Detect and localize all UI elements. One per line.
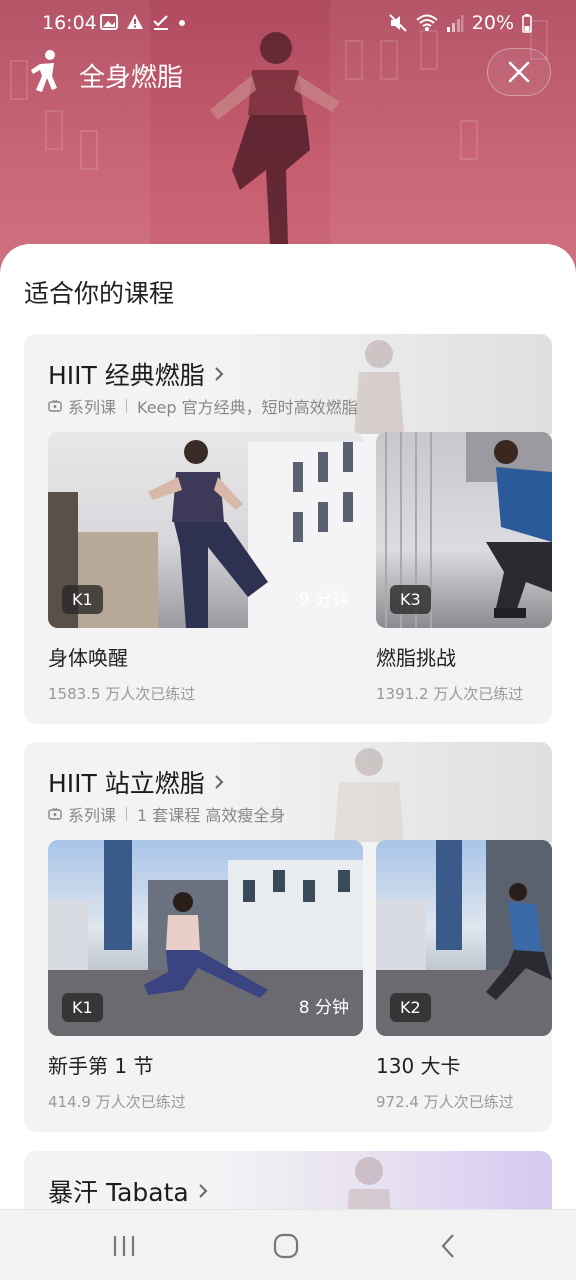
back-icon	[441, 1234, 454, 1258]
course-item[interactable]: K1 8 分钟 新手第 1 节 414.9 万人次已练过	[48, 840, 363, 1112]
course-duration: 9 分钟	[298, 590, 349, 610]
course-thumbnail: K3	[376, 432, 552, 628]
course-thumbnail: K1 8 分钟	[48, 840, 363, 1036]
series-description: 1 套课程 高效瘦全身	[137, 806, 286, 825]
signal-icon	[446, 15, 464, 32]
video-icon	[48, 399, 62, 412]
course-sheet: 适合你的课程 HIIT 经典燃脂 系列课 Keep 官方经典，短时高效燃脂 K1…	[0, 244, 576, 1209]
runner-icon	[31, 50, 57, 92]
section-title: 适合你的课程	[24, 279, 175, 308]
course-count: 1391.2 万人次已练过	[376, 685, 524, 703]
level-badge: K1	[62, 993, 103, 1022]
series-type: 系列课	[68, 806, 117, 825]
series-cover-image	[354, 340, 404, 434]
course-item[interactable]: K3 燃脂挑战 1391.2 万人次已练过	[376, 432, 552, 704]
series-type: 系列课	[68, 398, 117, 417]
series-title-link[interactable]: HIIT 经典燃脂	[48, 356, 225, 392]
course-count: 1583.5 万人次已练过	[48, 685, 196, 703]
series-title: HIIT 站立燃脂	[48, 769, 205, 798]
series-title-link[interactable]: 暴汗 Tabata	[48, 1173, 209, 1209]
home-button[interactable]	[266, 1228, 306, 1264]
close-icon	[508, 61, 530, 83]
level-badge: K3	[390, 585, 431, 614]
series-subtitle: 系列课 1 套课程 高效瘦全身	[48, 802, 285, 826]
warning-icon	[127, 14, 143, 29]
series-title: 暴汗 Tabata	[48, 1178, 189, 1207]
series-title: HIIT 经典燃脂	[48, 361, 205, 390]
back-button[interactable]	[428, 1228, 468, 1264]
chevron-right-icon	[199, 1184, 208, 1198]
chevron-right-icon	[215, 775, 224, 789]
status-bar: 16:04 20%	[0, 0, 576, 48]
course-count: 414.9 万人次已练过	[48, 1093, 186, 1111]
chevron-right-icon	[215, 367, 224, 381]
course-item[interactable]: K1 9 分钟 身体唤醒 1583.5 万人次已练过	[48, 432, 363, 704]
series-cover-image	[334, 748, 404, 842]
close-button[interactable]	[487, 48, 551, 96]
level-badge: K1	[62, 585, 103, 614]
series-cover-image	[347, 1157, 391, 1209]
recent-apps-button[interactable]	[104, 1228, 144, 1264]
course-thumbnail: K2	[376, 840, 552, 1036]
battery-percent: 20%	[471, 12, 514, 34]
course-item[interactable]: K2 130 大卡 972.4 万人次已练过	[376, 840, 552, 1112]
course-count: 972.4 万人次已练过	[376, 1093, 514, 1111]
battery-icon	[522, 14, 532, 33]
page-title: 全身燃脂	[79, 63, 184, 93]
course-name: 新手第 1 节	[48, 1054, 154, 1078]
course-duration: 8 分钟	[298, 998, 349, 1018]
header: 全身燃脂	[0, 48, 576, 100]
video-icon	[48, 807, 62, 820]
series-card[interactable]: HIIT 经典燃脂 系列课 Keep 官方经典，短时高效燃脂 K1 9 分钟 身…	[24, 334, 552, 724]
dot-icon	[179, 20, 185, 26]
series-subtitle: 系列课 Keep 官方经典，短时高效燃脂	[48, 394, 358, 418]
recent-apps-icon	[113, 1236, 135, 1256]
wifi-icon	[416, 14, 438, 31]
mute-icon	[389, 14, 407, 32]
course-thumbnail: K1 9 分钟	[48, 432, 363, 628]
series-card[interactable]: HIIT 站立燃脂 系列课 1 套课程 高效瘦全身 K1 8 分钟 新手第 1 …	[24, 742, 552, 1132]
series-title-link[interactable]: HIIT 站立燃脂	[48, 764, 225, 800]
course-name: 燃脂挑战	[376, 646, 456, 670]
system-nav-bar	[0, 1209, 576, 1280]
home-icon	[273, 1233, 299, 1259]
image-icon	[100, 14, 118, 30]
check-icon	[153, 15, 168, 30]
series-description: Keep 官方经典，短时高效燃脂	[137, 398, 358, 417]
series-card[interactable]: 暴汗 Tabata	[24, 1151, 552, 1209]
course-name: 130 大卡	[376, 1054, 461, 1078]
status-time: 16:04	[42, 12, 97, 34]
course-name: 身体唤醒	[48, 646, 128, 670]
level-badge: K2	[390, 993, 431, 1022]
